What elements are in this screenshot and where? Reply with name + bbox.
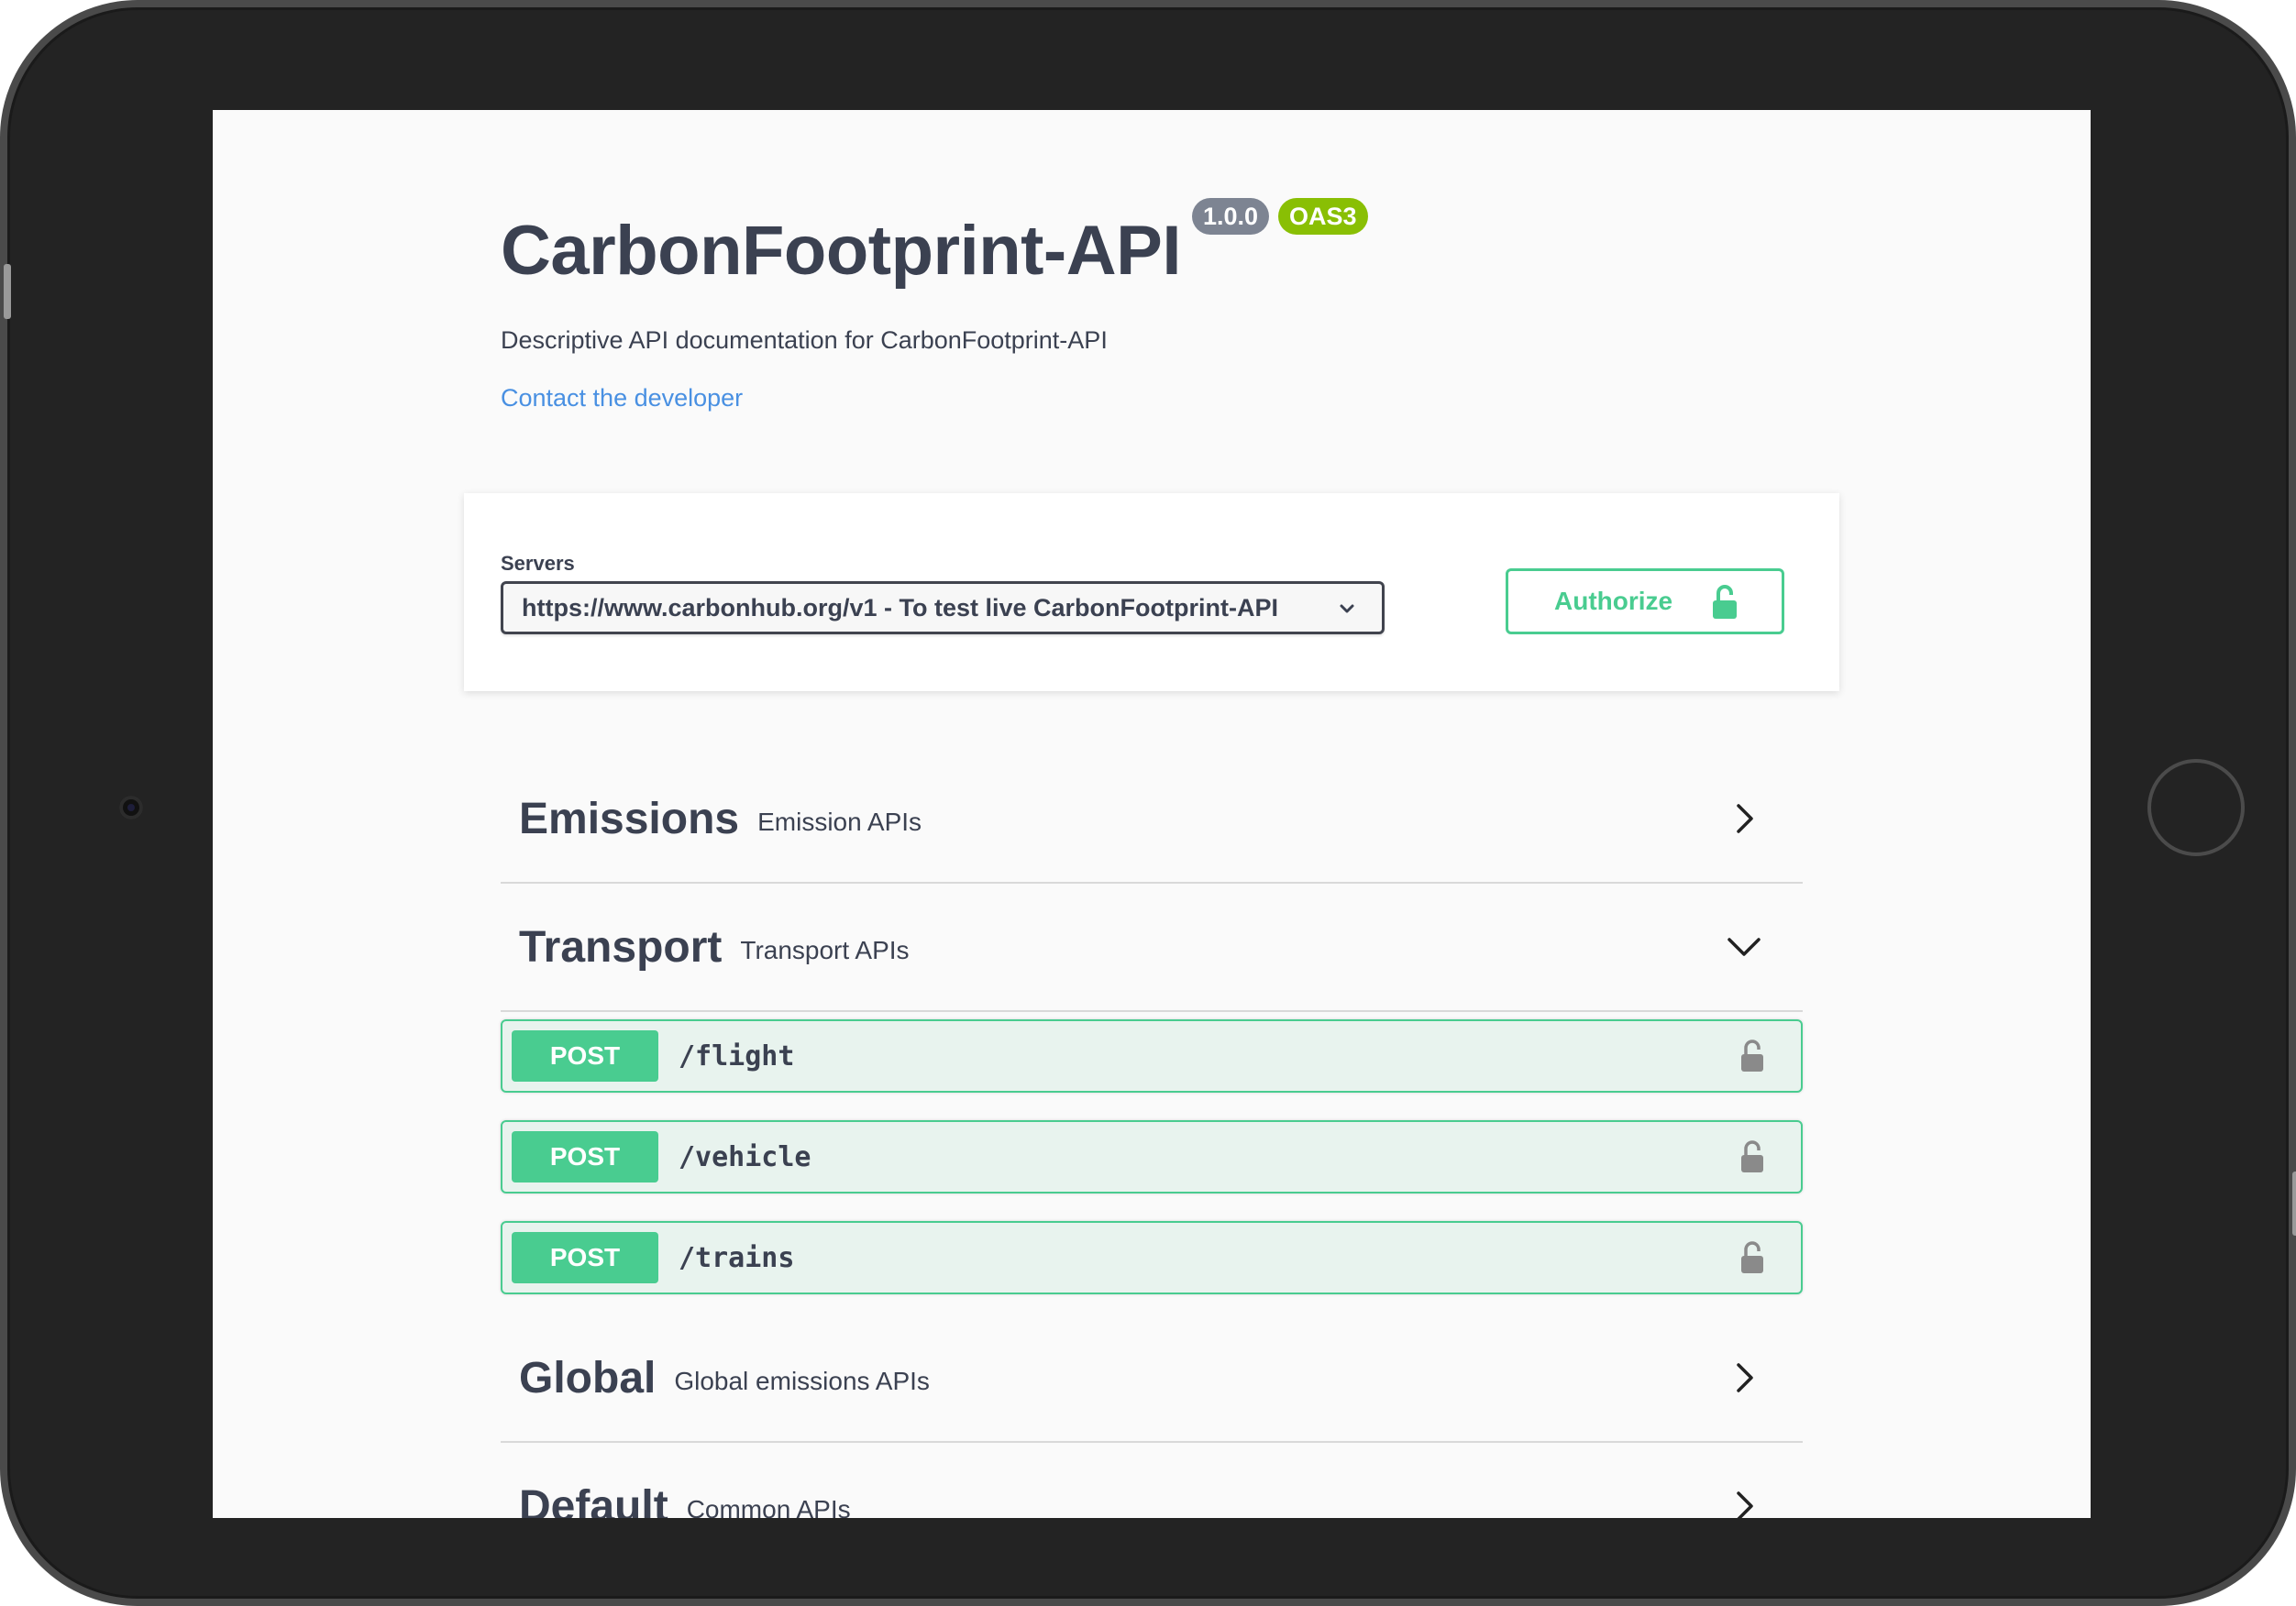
tag-description: Transport APIs <box>740 936 910 964</box>
method-badge: POST <box>512 1030 658 1082</box>
servers-selected-value: https://www.carbonhub.org/v1 - To test l… <box>522 593 1278 622</box>
contact-developer-link[interactable]: Contact the developer <box>501 384 1803 412</box>
authorize-label: Authorize <box>1554 587 1673 615</box>
authorize-button[interactable]: Authorize <box>1506 568 1784 634</box>
chevron-down-icon <box>1340 604 1354 613</box>
tag-name: Emissions <box>519 794 740 843</box>
tag-name: Global <box>519 1353 657 1402</box>
tag-emissions[interactable]: Emissions Emission APIs <box>501 755 1803 884</box>
api-title: CarbonFootprint-API <box>501 212 1181 290</box>
tag-transport[interactable]: Transport Transport APIs <box>501 884 1803 1012</box>
unlocked-icon <box>1713 585 1737 619</box>
servers-label: Servers <box>501 552 575 575</box>
operation-path: /flight <box>679 1040 795 1072</box>
volume-button <box>4 264 11 319</box>
oas-badge: OAS3 <box>1278 198 1368 235</box>
version-badge: 1.0.0 <box>1191 198 1269 235</box>
unlocked-icon[interactable] <box>1739 1038 1766 1074</box>
tablet-frame: CarbonFootprint-API 1.0.0 OAS3 Descripti… <box>0 0 2296 1606</box>
tag-name: Transport <box>519 922 723 972</box>
chevron-right-icon[interactable] <box>1726 800 1762 837</box>
side-switch <box>2292 1172 2296 1236</box>
tag-description: Common APIs <box>686 1495 851 1518</box>
operation-post-vehicle[interactable]: POST /vehicle <box>501 1120 1803 1194</box>
chevron-down-icon[interactable] <box>1726 929 1762 965</box>
chevron-right-icon[interactable] <box>1726 1359 1762 1396</box>
screen: CarbonFootprint-API 1.0.0 OAS3 Descripti… <box>213 110 2091 1518</box>
api-description: Descriptive API documentation for Carbon… <box>501 326 1108 354</box>
home-button[interactable] <box>2147 759 2245 856</box>
tag-global[interactable]: Global Global emissions APIs <box>501 1314 1803 1443</box>
api-info: CarbonFootprint-API 1.0.0 OAS3 Descripti… <box>501 198 1803 412</box>
operation-path: /trains <box>679 1241 795 1274</box>
tag-name: Default <box>519 1481 668 1519</box>
method-badge: POST <box>512 1232 658 1283</box>
chevron-right-icon[interactable] <box>1726 1488 1762 1518</box>
scheme-container: Servers https://www.carbonhub.org/v1 - T… <box>464 493 1839 691</box>
operation-post-trains[interactable]: POST /trains <box>501 1221 1803 1294</box>
front-camera <box>119 796 143 820</box>
servers-select[interactable]: https://www.carbonhub.org/v1 - To test l… <box>501 581 1385 634</box>
tag-default[interactable]: Default Common APIs <box>501 1443 1803 1518</box>
operation-path: /vehicle <box>679 1140 811 1173</box>
operation-post-flight[interactable]: POST /flight <box>501 1019 1803 1093</box>
unlocked-icon[interactable] <box>1739 1239 1766 1276</box>
unlocked-icon[interactable] <box>1739 1138 1766 1175</box>
tag-description: Emission APIs <box>757 808 922 836</box>
method-badge: POST <box>512 1131 658 1182</box>
tag-description: Global emissions APIs <box>674 1367 930 1395</box>
